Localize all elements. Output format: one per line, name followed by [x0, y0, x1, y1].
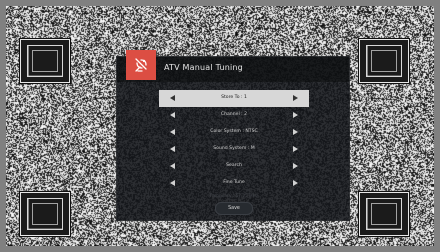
menu-item-label: Color System : NTSC [210, 129, 258, 134]
arrow-left-icon[interactable] [170, 129, 175, 135]
arrow-right-icon[interactable] [293, 95, 298, 101]
arrow-left-icon[interactable] [170, 163, 175, 169]
menu-item-channel[interactable]: Channel : 2 [159, 107, 309, 124]
menu-item-label: Fine Tune [223, 180, 245, 185]
menu-item-store-to[interactable]: Store To : 1 [159, 90, 309, 107]
menu-item-label: Search [226, 163, 242, 168]
test-pattern-block-top-right [359, 39, 409, 83]
arrow-left-icon[interactable] [170, 112, 175, 118]
tv-screen: ATV Manual Tuning Store To : 1 Channel :… [6, 6, 434, 246]
arrow-right-icon[interactable] [293, 163, 298, 169]
arrow-right-icon[interactable] [293, 180, 298, 186]
arrow-right-icon[interactable] [293, 112, 298, 118]
arrow-left-icon[interactable] [170, 95, 175, 101]
arrow-right-icon[interactable] [293, 129, 298, 135]
menu-item-fine-tune[interactable]: Fine Tune [159, 175, 309, 192]
menu-item-color-system[interactable]: Color System : NTSC [159, 124, 309, 141]
test-pattern-block-bottom-right [359, 192, 409, 236]
arrow-right-icon[interactable] [293, 146, 298, 152]
frequency-text: Frequency : 57.25 MHz [210, 193, 258, 198]
save-button[interactable]: Save [215, 202, 253, 215]
test-pattern-block-bottom-left [20, 192, 70, 236]
dialog-header: ATV Manual Tuning [117, 50, 349, 82]
menu-item-search[interactable]: Search [159, 158, 309, 175]
menu-item-label: Store To : 1 [221, 95, 247, 100]
menu-item-label: Channel : 2 [220, 112, 248, 117]
atv-manual-tuning-dialog: ATV Manual Tuning Store To : 1 Channel :… [116, 50, 350, 221]
test-pattern-block-top-left [20, 39, 70, 83]
menu-item-label: Sound System : M [213, 146, 255, 151]
arrow-left-icon[interactable] [170, 180, 175, 186]
dialog-title: ATV Manual Tuning [164, 63, 243, 72]
satellite-dish-icon [135, 58, 147, 72]
menu-item-sound-system[interactable]: Sound System : M [159, 141, 309, 158]
arrow-left-icon[interactable] [170, 146, 175, 152]
satellite-dish-icon [126, 50, 156, 80]
tuning-menu: Store To : 1 Channel : 2 Color System : … [159, 90, 309, 192]
